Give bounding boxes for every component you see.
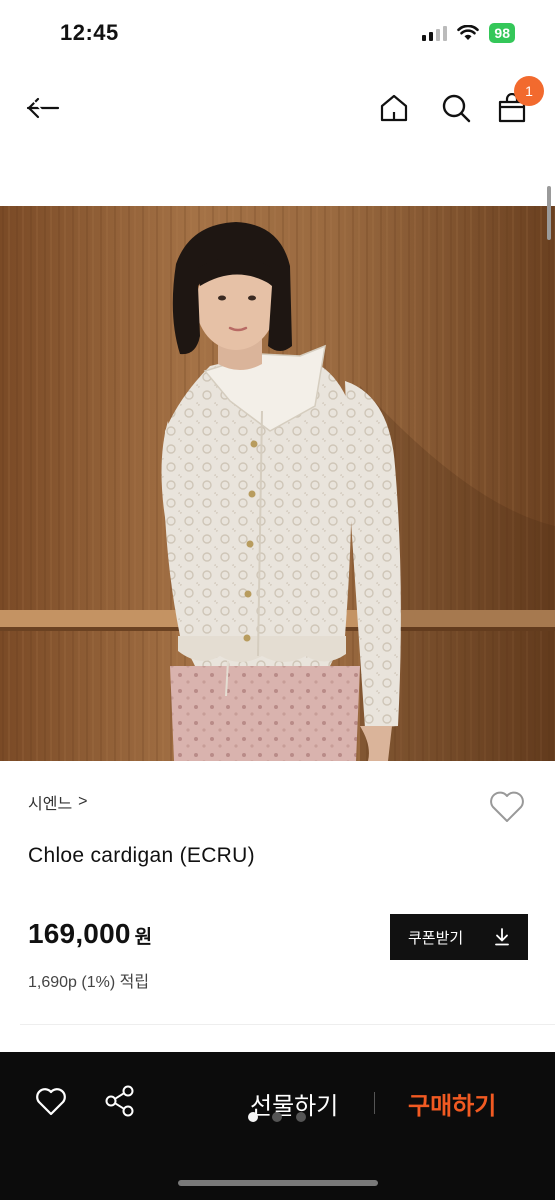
share-icon [105,1085,134,1117]
cart-count-badge: 1 [514,76,544,106]
chevron-right-icon: > [78,793,88,810]
bottom-wishlist-button[interactable] [34,1086,68,1118]
battery-icon: 98 [489,23,515,43]
product-name: Chloe cardigan (ECRU) [28,844,255,867]
reward-points: 1,690p (1%) 적립 [28,974,150,991]
product-image[interactable] [0,206,555,761]
separator [374,1092,375,1114]
home-button[interactable] [376,90,412,126]
page-dot[interactable] [296,1112,306,1122]
scrollbar[interactable] [547,186,551,240]
product-info: 시엔느 > Chloe cardigan (ECRU) [28,790,528,868]
search-button[interactable] [438,90,474,126]
signal-icon [422,25,448,41]
product-price: 169,000 [28,918,131,949]
bottom-action-bar: 선물하기 구매하기 [0,1052,555,1200]
download-icon [495,928,509,946]
wishlist-button[interactable] [488,790,528,826]
home-icon [380,94,408,122]
nav-bar: 1 [0,76,555,134]
price-currency: 원 [134,927,153,948]
search-icon [442,94,471,123]
share-button[interactable] [104,1084,136,1118]
buy-button[interactable]: 구매하기 [408,1086,496,1121]
brand-name: 시엔느 [28,796,73,813]
divider [20,1024,555,1025]
page-indicator [248,1112,306,1122]
home-indicator [178,1180,378,1186]
wifi-icon [457,25,480,40]
coupon-download-button[interactable]: 쿠폰받기 [390,914,528,960]
back-button[interactable] [24,90,60,126]
coupon-label: 쿠폰받기 [408,929,464,947]
product-photo [0,206,555,761]
cart-button[interactable]: 1 [494,76,544,126]
back-icon [26,96,60,119]
status-icons: 98 [422,23,515,43]
brand-link[interactable]: 시엔느 > [28,790,528,814]
page-dot[interactable] [272,1112,282,1122]
price-row: 169,000 원 쿠폰받기 [28,914,528,962]
status-bar: 12:45 98 [0,0,555,72]
heart-icon [36,1088,66,1116]
page-dot[interactable] [248,1112,258,1122]
status-time: 12:45 [60,20,119,45]
heart-icon [490,791,524,822]
